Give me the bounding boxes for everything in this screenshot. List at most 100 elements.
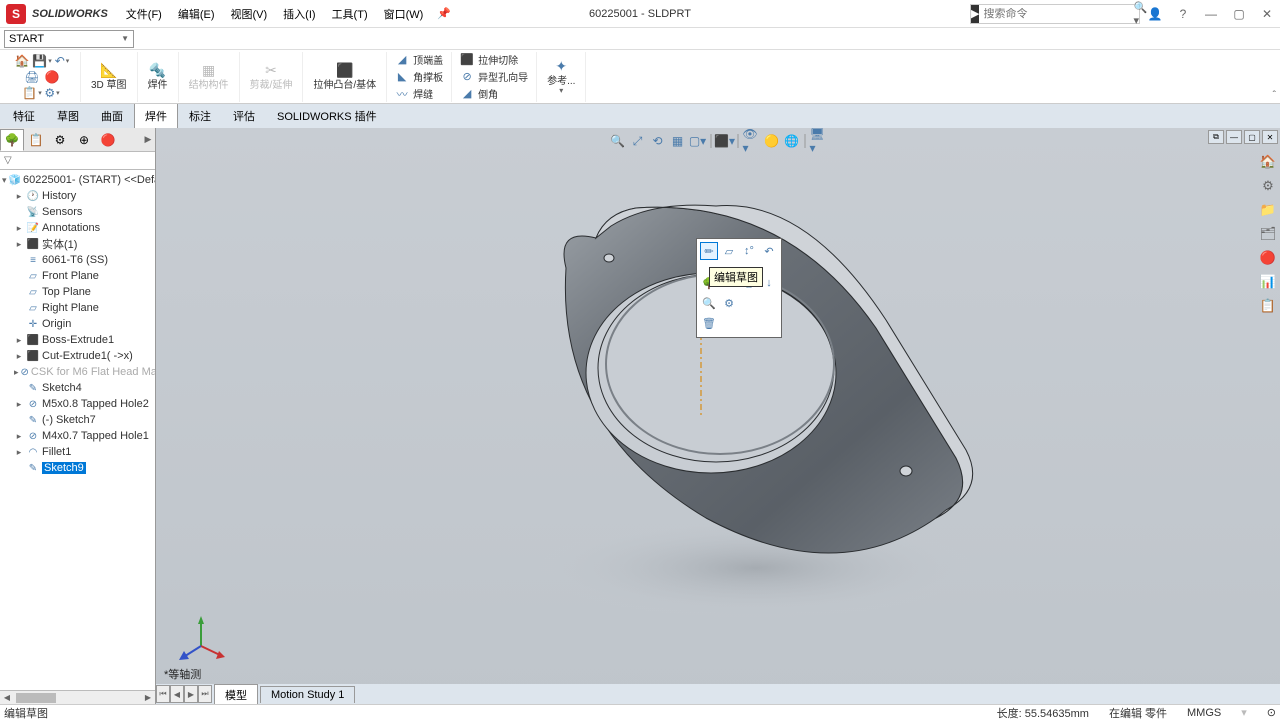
tree-sketch4[interactable]: ✎Sketch4: [0, 380, 155, 396]
scroll-thumb[interactable]: [16, 693, 56, 703]
tree-root[interactable]: ▾🧊60225001- (START) <<Default: [0, 172, 155, 188]
tab-motion-study[interactable]: Motion Study 1: [260, 686, 355, 703]
tree-cut-extrude1[interactable]: ▸⬛Cut-Extrude1( ->x): [0, 348, 155, 364]
ctx-config-icon[interactable]: ⚙: [720, 294, 738, 312]
close-button[interactable]: ✕: [1254, 3, 1280, 25]
tab-surface[interactable]: 曲面: [90, 103, 134, 128]
bt-next-icon[interactable]: ▶: [184, 685, 198, 703]
refgeo-button[interactable]: ✦ 参考... ▾: [541, 56, 581, 98]
display-style-icon[interactable]: ⬛▾: [716, 132, 734, 150]
fm-tab-disp[interactable]: 🔴: [96, 129, 120, 151]
ribbon-collapse-icon[interactable]: ˆ: [1273, 90, 1276, 101]
vp-restore-icon[interactable]: ⧉: [1208, 130, 1224, 144]
view-orient-icon[interactable]: ▢▾: [689, 132, 707, 150]
menu-file[interactable]: 文件(F): [118, 2, 170, 26]
rail-home-icon[interactable]: 🏠: [1258, 152, 1278, 172]
tree-horizontal-scrollbar[interactable]: ◀ ▶: [0, 690, 155, 704]
settings-icon[interactable]: ⚙▾: [44, 85, 60, 101]
menu-insert[interactable]: 插入(I): [275, 2, 323, 26]
sketch3d-button[interactable]: 📐 3D 草图: [85, 60, 133, 93]
tree-solid[interactable]: ▸⬛实体(1): [0, 236, 155, 252]
tree-front-plane[interactable]: ▱Front Plane: [0, 268, 155, 284]
config-dropdown[interactable]: START ▼: [4, 30, 134, 48]
rail-appearance-icon[interactable]: 📊: [1258, 272, 1278, 292]
rail-properties-icon[interactable]: 📋: [1258, 296, 1278, 316]
chamfer-button[interactable]: ◢倒角: [456, 85, 532, 102]
print-icon[interactable]: 🖨: [24, 69, 40, 85]
maximize-button[interactable]: ▢: [1226, 3, 1252, 25]
fm-tab-next-icon[interactable]: ▶: [141, 134, 155, 145]
tree-top-plane[interactable]: ▱Top Plane: [0, 284, 155, 300]
ctx-delete-icon[interactable]: 🗑: [700, 314, 718, 332]
search-input[interactable]: [979, 8, 1129, 20]
zoom-area-icon[interactable]: ⤢: [629, 132, 647, 150]
scroll-right-icon[interactable]: ▶: [141, 693, 155, 702]
ctx-undo-icon[interactable]: ↶: [760, 242, 778, 260]
rail-explorer-icon[interactable]: 🗂: [1258, 224, 1278, 244]
weldbead-button[interactable]: 〰焊缝: [391, 85, 447, 102]
orientation-triad-icon[interactable]: [176, 614, 226, 664]
options-icon[interactable]: 📋▾: [24, 85, 40, 101]
endcap-button[interactable]: ◣角撑板: [391, 68, 447, 85]
trim-button[interactable]: ✂ 剪裁/延伸: [244, 60, 299, 93]
tree-origin[interactable]: ✛Origin: [0, 316, 155, 332]
fm-tab-config[interactable]: ⚙: [48, 129, 72, 151]
fm-tab-prop[interactable]: 📋: [24, 129, 48, 151]
new-icon[interactable]: 🏠: [14, 53, 30, 69]
menu-edit[interactable]: 编辑(E): [170, 2, 223, 26]
graphics-viewport[interactable]: 🔍 ⤢ ⟲ ▦ ▢▾ ⬛▾ 👁▾ 🟡 🌐 🖥▾ ⧉ — ▢ ✕ 🏠 ⚙ 📁 🗂 …: [156, 128, 1280, 704]
tree-material[interactable]: ≡6061-T6 (SS): [0, 252, 155, 268]
login-icon[interactable]: 👤: [1142, 3, 1168, 25]
bt-last-icon[interactable]: ⏭: [198, 685, 212, 703]
rebuild-icon[interactable]: 🔴: [44, 69, 60, 85]
model-geometry[interactable]: [456, 168, 1056, 628]
fm-tab-tree[interactable]: 🌳: [0, 129, 24, 151]
tree-right-plane[interactable]: ▱Right Plane: [0, 300, 155, 316]
menu-window[interactable]: 窗口(W): [376, 2, 432, 26]
rail-library-icon[interactable]: 📁: [1258, 200, 1278, 220]
status-units[interactable]: MMGS: [1187, 707, 1221, 719]
tree-m5-hole[interactable]: ▸⊘M5x0.8 Tapped Hole2: [0, 396, 155, 412]
menu-tools[interactable]: 工具(T): [324, 2, 376, 26]
pin-icon[interactable]: 📌: [437, 7, 451, 20]
struct-button[interactable]: ▦ 结构构件: [183, 60, 235, 93]
ctx-edit-sketch-icon[interactable]: ✏: [700, 242, 718, 260]
feature-tree[interactable]: ▾🧊60225001- (START) <<Default ▸🕐History …: [0, 170, 155, 690]
tree-csk[interactable]: ▸⊘CSK for M6 Flat Head Mac: [0, 364, 155, 380]
tree-fillet1[interactable]: ▸◠Fillet1: [0, 444, 155, 460]
tab-model[interactable]: 模型: [214, 684, 258, 705]
minimize-button[interactable]: —: [1198, 3, 1224, 25]
bt-first-icon[interactable]: ⏮: [156, 685, 170, 703]
zoom-fit-icon[interactable]: 🔍: [609, 132, 627, 150]
fm-tab-dim[interactable]: ⊕: [72, 129, 96, 151]
weldment-button[interactable]: 🔩 焊件: [142, 60, 174, 93]
tree-boss-extrude1[interactable]: ▸⬛Boss-Extrude1: [0, 332, 155, 348]
rail-resources-icon[interactable]: ⚙: [1258, 176, 1278, 196]
hide-show-icon[interactable]: 👁▾: [743, 132, 761, 150]
tree-m4-hole[interactable]: ▸⊘M4x0.7 Tapped Hole1: [0, 428, 155, 444]
ctx-sketch-plane-icon[interactable]: ▱: [720, 242, 738, 260]
menu-view[interactable]: 视图(V): [223, 2, 276, 26]
search-scope-icon[interactable]: ▶: [971, 5, 979, 23]
extcut-button[interactable]: ⬛拉伸切除: [456, 51, 532, 68]
command-search[interactable]: ▶ 🔍▾: [970, 4, 1140, 24]
tab-sketch[interactable]: 草图: [46, 103, 90, 128]
tree-history[interactable]: ▸🕐History: [0, 188, 155, 204]
appearance-icon[interactable]: 🟡: [763, 132, 781, 150]
tab-feature[interactable]: 特征: [2, 103, 46, 128]
bt-prev-icon[interactable]: ◀: [170, 685, 184, 703]
status-custom-icon[interactable]: ⊙: [1267, 706, 1276, 719]
ctx-normal-to-icon[interactable]: ↕°: [740, 242, 758, 260]
tree-annotations[interactable]: ▸📝Annotations: [0, 220, 155, 236]
tab-addins[interactable]: SOLIDWORKS 插件: [266, 103, 388, 128]
gusset-button[interactable]: ◢顶端盖: [391, 51, 447, 68]
tab-weldment[interactable]: 焊件: [134, 103, 178, 128]
undo-icon[interactable]: ↶▾: [54, 53, 70, 69]
scroll-left-icon[interactable]: ◀: [0, 693, 14, 702]
holewiz-button[interactable]: ⊘异型孔向导: [456, 68, 532, 85]
view-settings-icon[interactable]: 🖥▾: [810, 132, 828, 150]
tab-evaluate[interactable]: 评估: [222, 103, 266, 128]
vp-minimize-icon[interactable]: —: [1226, 130, 1242, 144]
vp-maximize-icon[interactable]: ▢: [1244, 130, 1260, 144]
tree-sketch7[interactable]: ✎(-) Sketch7: [0, 412, 155, 428]
